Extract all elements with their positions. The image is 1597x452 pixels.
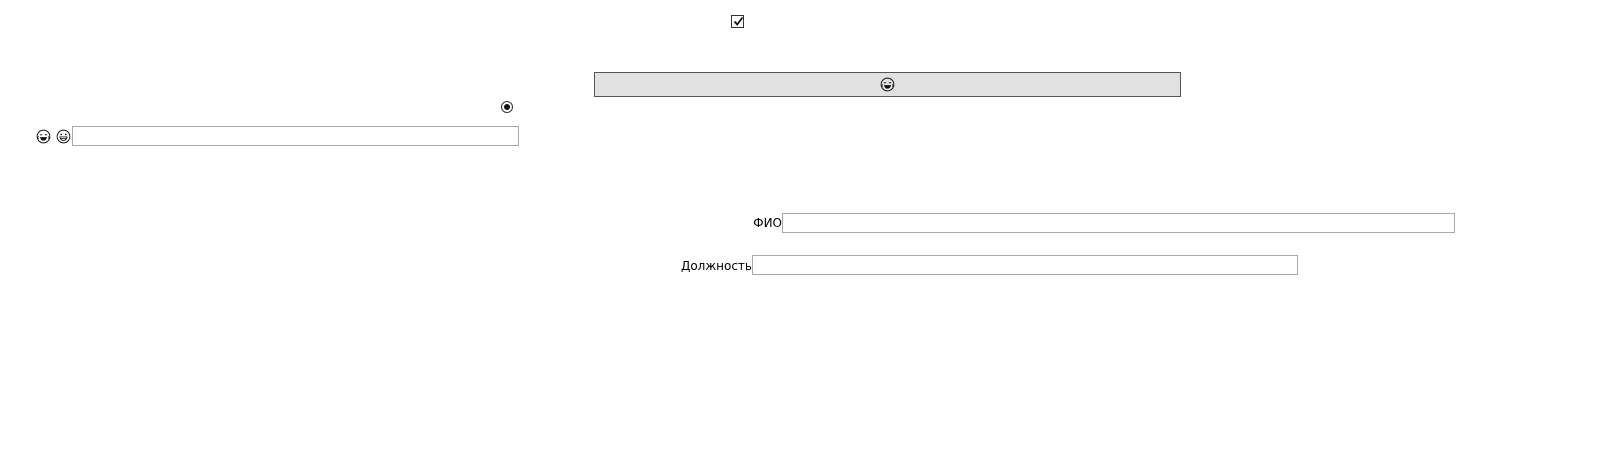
radio-dot — [504, 104, 510, 110]
position-input[interactable] — [752, 255, 1298, 275]
radio-button[interactable] — [501, 101, 513, 113]
emoji-button[interactable] — [594, 72, 1181, 97]
checkbox[interactable] — [731, 15, 744, 28]
fio-label: ФИО — [753, 216, 782, 230]
text-input[interactable] — [72, 126, 519, 146]
fio-input[interactable] — [782, 213, 1455, 233]
grinning-face-icon — [56, 129, 71, 144]
laughing-face-icon — [36, 129, 51, 144]
position-label: Должность — [680, 259, 752, 273]
laughing-face-icon — [880, 77, 895, 92]
checkmark-icon — [733, 16, 744, 26]
page: ФИО Должность — [0, 0, 1597, 452]
